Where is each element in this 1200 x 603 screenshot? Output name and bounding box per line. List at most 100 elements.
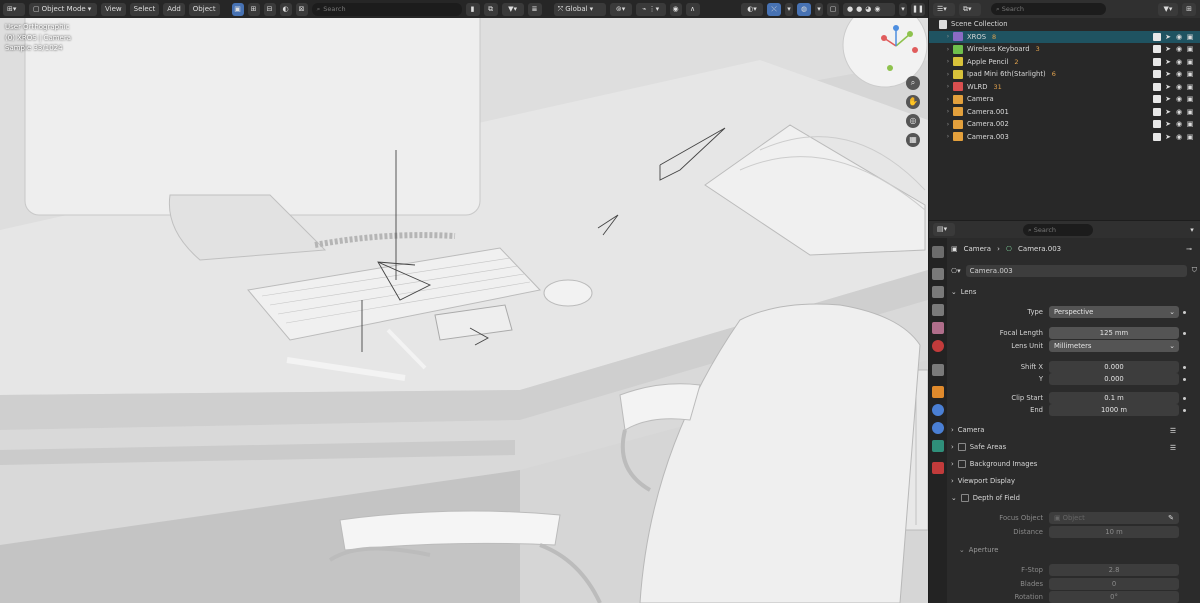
editor-type-button[interactable]: ⊞▾ [3,2,25,16]
eye-icon[interactable]: ◉ [1175,45,1183,53]
gizmo-toggle-icon[interactable]: ⤬ [767,2,781,16]
xray-toggle-icon[interactable]: ▢ [827,2,839,16]
eyedropper-icon[interactable]: ✎ [1167,514,1175,522]
safe-areas-section-header[interactable]: › Safe Areas [951,443,1006,451]
wireframe-shading-icon[interactable]: ● [847,3,853,16]
outliner-scene-collection[interactable]: Scene Collection [929,18,1200,31]
shading-mode-group[interactable]: ● ● ◕ ◉ [843,2,895,16]
eye-icon[interactable]: ◉ [1175,120,1183,128]
exclude-checkbox[interactable] [1153,132,1161,141]
select-invert-icon[interactable]: ◐ [279,2,292,16]
bookmark-icon[interactable]: ▮ [465,2,480,16]
navigation-gizmo[interactable] [872,20,928,80]
camera-render-icon[interactable]: ▣ [1186,108,1194,116]
viewport-display-section-header[interactable]: › Viewport Display [951,477,1015,485]
scene-tab-icon[interactable] [932,322,944,334]
fake-user-shield-icon[interactable]: ⛉ [1192,266,1197,275]
select-subtract-icon[interactable]: ⊟ [263,2,276,16]
select-box-icon[interactable]: ▣ [231,2,244,16]
chevron-right-icon[interactable]: › [943,83,953,90]
falloff-icon[interactable]: ∧ [685,2,700,16]
safe-areas-checkbox[interactable] [957,443,966,451]
chevron-down-icon[interactable]: ▾ [815,2,823,16]
material-shading-icon[interactable]: ◕ [865,3,871,16]
outliner-item[interactable]: › WLRD 31 ➤ ◉ ▣ [929,81,1200,94]
collection-icon[interactable]: ⧉ [483,2,498,16]
world-tab-icon[interactable] [932,340,944,352]
properties-search-input[interactable]: ⌕ Search [1023,223,1093,236]
outliner-item[interactable]: › Camera.003 ➤ ◉ ▣ [929,131,1200,144]
clip-start-field[interactable]: 0.1 m [1049,392,1179,404]
3d-viewport[interactable]: ⌕ ✋ ◎ ▦ User Orthographic (0) XROS | Cam… [0,0,928,603]
outliner-item[interactable]: › Camera ➤ ◉ ▣ [929,93,1200,106]
eye-icon[interactable]: ◉ [1175,58,1183,66]
chevron-down-icon[interactable]: ▾ [785,2,793,16]
chevron-right-icon[interactable]: › [943,108,953,115]
pan-hand-icon[interactable]: ✋ [906,95,920,109]
background-images-checkbox[interactable] [957,460,966,468]
keyframe-dot[interactable] [1183,397,1186,400]
chevron-right-icon[interactable]: › [943,96,953,103]
view-layer-tab-icon[interactable] [932,304,944,316]
proportional-edit-icon[interactable]: ◉ [669,2,682,16]
keyframe-dot[interactable] [1183,409,1186,412]
selectable-arrow-icon[interactable]: ➤ [1164,120,1172,128]
outliner-editor-type-button[interactable]: ☰▾ [933,2,955,16]
add-menu[interactable]: Add [163,2,185,16]
list-icon[interactable]: ☰ [1169,427,1177,435]
lens-type-select[interactable]: Perspective ⌄ [1049,306,1179,318]
select-menu[interactable]: Select [129,2,160,16]
shift-y-field[interactable]: 0.000 [1049,373,1179,385]
select-intersect-icon[interactable]: ⊠ [295,2,308,16]
texture-tab-icon[interactable] [932,462,944,474]
lens-section-header[interactable]: ⌄ Lens [951,288,976,296]
transform-orientation-select[interactable]: ⤧ Global ▾ [553,2,606,16]
selectable-arrow-icon[interactable]: ➤ [1164,83,1172,91]
chevron-down-icon[interactable]: ▾ [1188,226,1196,234]
tool-tab-icon[interactable] [932,246,944,258]
select-extend-icon[interactable]: ⊞ [247,2,260,16]
camera-data-name-field[interactable]: Camera.003 [965,264,1187,277]
collection-tab-icon[interactable] [932,364,944,376]
output-tab-icon[interactable] [932,286,944,298]
selectable-arrow-icon[interactable]: ➤ [1164,33,1172,41]
lens-unit-select[interactable]: Millimeters ⌄ [1049,340,1179,352]
camera-render-icon[interactable]: ▣ [1186,45,1194,53]
depth-of-field-checkbox[interactable] [960,494,969,502]
focal-length-field[interactable]: 125 mm [1049,327,1179,339]
zoom-icon[interactable]: ⌕ [906,76,920,90]
selectable-arrow-icon[interactable]: ➤ [1164,133,1172,141]
list-icon[interactable]: ☰ [1169,444,1177,452]
object-visibility-icon[interactable]: ◐▾ [741,2,763,16]
camera-render-icon[interactable]: ▣ [1186,95,1194,103]
outliner-item[interactable]: › Ipad Mini 6th(Starlight) 6 ➤ ◉ ▣ [929,68,1200,81]
focus-object-field[interactable]: ▣ Object [1049,512,1179,524]
display-mode-button[interactable]: ⧉▾ [959,2,981,16]
selectable-arrow-icon[interactable]: ➤ [1164,108,1172,116]
new-collection-icon[interactable]: ⊞ [1182,2,1196,16]
viewport-scene-render[interactable] [0,0,928,603]
eye-icon[interactable]: ◉ [1175,83,1183,91]
exclude-checkbox[interactable] [1153,45,1161,54]
pivot-point-icon[interactable]: ⊚▾ [609,2,632,16]
outliner-item[interactable]: › Camera.001 ➤ ◉ ▣ [929,106,1200,119]
camera-render-icon[interactable]: ▣ [1186,70,1194,78]
chevron-right-icon[interactable]: › [943,71,953,78]
selectable-arrow-icon[interactable]: ➤ [1164,58,1172,66]
view-menu[interactable]: View [101,2,126,16]
pin-icon[interactable]: ⊸ [1185,245,1193,253]
rendered-shading-icon[interactable]: ◉ [874,3,880,16]
clip-end-field[interactable]: 1000 m [1049,404,1179,416]
viewport-search-input[interactable]: ⌕ Search [311,2,462,16]
camera-render-icon[interactable]: ▣ [1186,83,1194,91]
chevron-right-icon[interactable]: › [943,121,953,128]
snap-icon[interactable]: ⌁ ⋮▾ [635,2,666,16]
eye-icon[interactable]: ◉ [1175,70,1183,78]
camera-data-selector[interactable]: ⎔▾ Camera.003 ⛉ [951,264,1197,277]
outliner-item[interactable]: › Apple Pencil 2 ➤ ◉ ▣ [929,56,1200,69]
pause-render-icon[interactable]: ❚❚ [911,2,925,16]
rotation-field[interactable]: 0° [1049,591,1179,603]
exclude-checkbox[interactable] [1153,70,1161,79]
chevron-right-icon[interactable]: › [943,58,953,65]
exclude-checkbox[interactable] [1153,120,1161,129]
